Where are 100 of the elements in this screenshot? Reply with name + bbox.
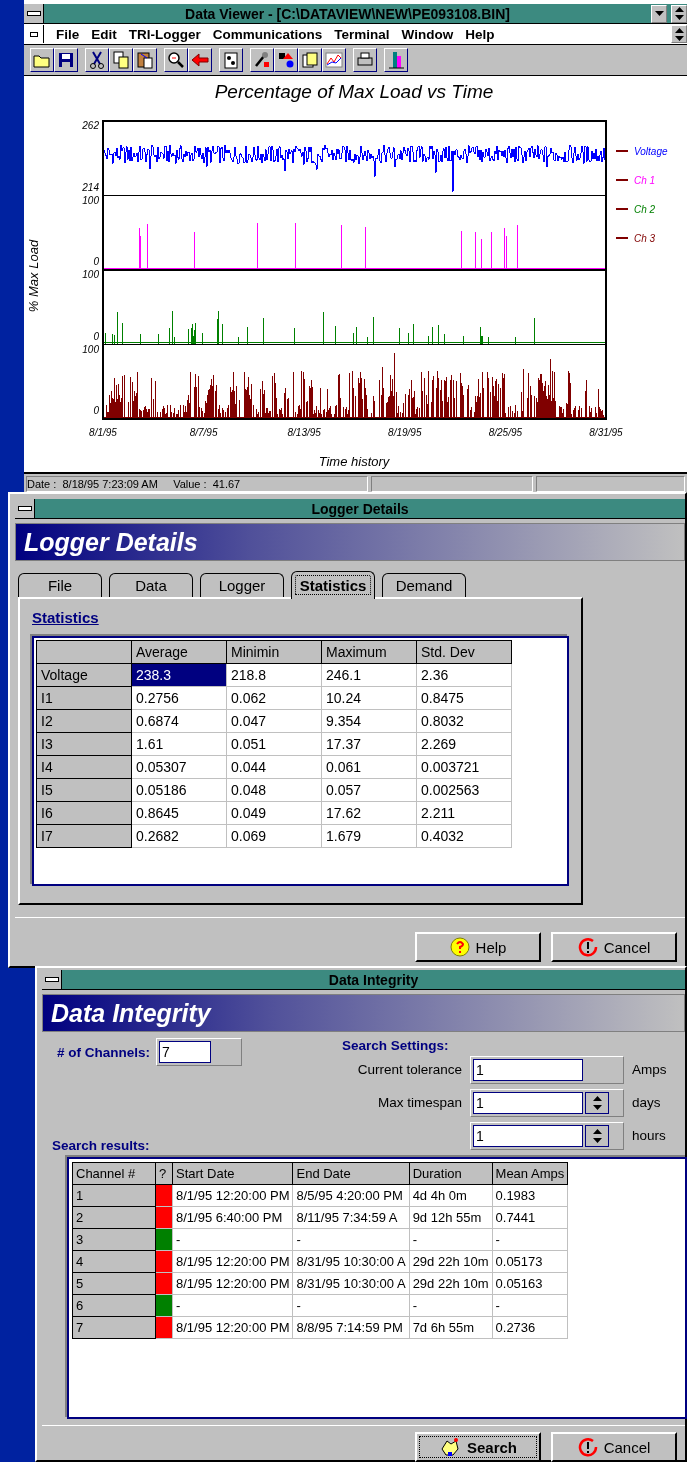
table-cell[interactable]: 0.8645 [131, 801, 227, 825]
toolbar-button[interactable] [384, 48, 408, 72]
restore-button[interactable] [671, 25, 687, 43]
table-cell[interactable]: 0.061 [321, 755, 417, 779]
toolbar-button[interactable] [85, 48, 109, 72]
paste-icon [135, 50, 155, 70]
table-cell[interactable]: 0.4032 [416, 824, 512, 848]
toolbar-button[interactable] [250, 48, 274, 72]
table-cell[interactable]: 0.044 [226, 755, 322, 779]
toolbar-button[interactable] [133, 48, 157, 72]
row-header: I7 [36, 824, 132, 848]
toolbar-button[interactable] [188, 48, 212, 72]
axis-tick-label: 214 [82, 181, 99, 193]
row-header: I2 [36, 709, 132, 733]
table-cell[interactable]: 0.047 [226, 709, 322, 733]
section-heading: Search results: [52, 1138, 151, 1153]
column-header: Start Date [172, 1162, 293, 1185]
toolbar-button[interactable] [54, 48, 78, 72]
table-cell[interactable]: 0.048 [226, 778, 322, 802]
window-title: Data Integrity [327, 971, 420, 988]
row-header: I5 [36, 778, 132, 802]
tab[interactable]: File [18, 573, 102, 597]
search-button[interactable]: Search [415, 1432, 541, 1462]
axis-tick-label: 8/7/95 [189, 427, 218, 438]
table-cell[interactable]: 2.269 [416, 732, 512, 756]
minimize-button[interactable] [651, 4, 667, 23]
window-title: Data Viewer - [C:\DATAVIEW\NEW\PE093108.BIN] [184, 5, 511, 22]
up-down-arrow-icon [592, 1094, 602, 1111]
table-cell[interactable]: 17.62 [321, 801, 417, 825]
spinner-buttons[interactable] [585, 1091, 609, 1114]
toolbar-button[interactable] [322, 48, 346, 72]
table-cell[interactable]: 0.8032 [416, 709, 512, 733]
table-cell[interactable]: 2.36 [416, 663, 512, 687]
table-cell[interactable]: 0.05307 [131, 755, 227, 779]
table-cell[interactable]: 0.05186 [131, 778, 227, 802]
menu-item[interactable]: Window [401, 26, 454, 42]
tab[interactable]: Statistics [291, 571, 375, 599]
input-field[interactable]: 1 [473, 1124, 583, 1147]
column-header: Minimin [226, 640, 322, 664]
menu-item[interactable]: Help [465, 26, 495, 42]
unit-label: Amps [632, 1062, 667, 1077]
spinner-buttons[interactable] [585, 1124, 609, 1147]
menu-item[interactable]: Edit [91, 26, 117, 42]
restore-button[interactable] [671, 4, 687, 23]
table-cell[interactable]: 17.37 [321, 732, 417, 756]
tab[interactable]: Logger [200, 573, 284, 597]
table-cell[interactable]: 10.24 [321, 686, 417, 710]
table-cell: - [409, 1294, 493, 1317]
field-label: Max timespan [377, 1095, 462, 1110]
system-menu-button[interactable] [24, 4, 44, 23]
table-cell[interactable]: 1.679 [321, 824, 417, 848]
toolbar-button[interactable] [274, 48, 298, 72]
table-cell[interactable]: 2.211 [416, 801, 512, 825]
table-cell[interactable]: 0.002563 [416, 778, 512, 802]
axis-tick-label: 0 [93, 330, 99, 342]
table-cell[interactable]: 246.1 [321, 663, 417, 687]
table-cell[interactable]: 0.003721 [416, 755, 512, 779]
table-cell: - [492, 1228, 568, 1251]
table-cell[interactable]: 0.051 [226, 732, 322, 756]
menu-item[interactable]: Terminal [334, 26, 390, 42]
input-field[interactable]: 1 [473, 1091, 583, 1114]
toolbar-button[interactable] [109, 48, 133, 72]
table-cell[interactable]: 0.6874 [131, 709, 227, 733]
table-cell[interactable]: 218.8 [226, 663, 322, 687]
toolbar-button[interactable] [353, 48, 377, 72]
table-cell[interactable]: 0.062 [226, 686, 322, 710]
table-cell: 8/1/95 12:20:00 PM [172, 1272, 293, 1295]
table-cell[interactable]: 9.354 [321, 709, 417, 733]
cancel-icon [577, 1437, 598, 1457]
axis-tick-label: 262 [82, 120, 99, 131]
table-cell: 8/11/95 7:34:59 A [293, 1206, 410, 1229]
chart-title: Percentage of Max Load vs Time [214, 81, 494, 102]
tab[interactable]: Data [109, 573, 193, 597]
cancel-button[interactable]: Cancel [551, 932, 677, 962]
cancel-button[interactable]: Cancel [551, 1432, 677, 1462]
table-cell[interactable]: 0.069 [226, 824, 322, 848]
toolbar-button[interactable] [30, 48, 54, 72]
level-chart-icon [386, 50, 406, 70]
table-cell[interactable]: 1.61 [131, 732, 227, 756]
toolbar-button[interactable] [164, 48, 188, 72]
menu-item[interactable]: Communications [212, 26, 323, 42]
system-menu-button[interactable] [42, 970, 62, 989]
menu-item[interactable]: File [56, 26, 80, 42]
row-header: 6 [72, 1294, 156, 1317]
channels-field[interactable]: 7 [159, 1041, 211, 1063]
table-cell[interactable]: 0.049 [226, 801, 322, 825]
row-header: 7 [72, 1316, 156, 1339]
table-cell[interactable]: 0.2682 [131, 824, 227, 848]
toolbar-button[interactable] [298, 48, 322, 72]
column-header: Mean Amps [492, 1162, 568, 1185]
menu-item[interactable]: TRI-Logger [128, 26, 201, 42]
input-field[interactable]: 1 [473, 1058, 583, 1081]
table-cell[interactable]: 0.8475 [416, 686, 512, 710]
legend-line [615, 150, 629, 152]
help-button[interactable]: Help [415, 932, 541, 962]
table-cell[interactable]: 0.2756 [131, 686, 227, 710]
tab[interactable]: Demand [382, 573, 466, 597]
field-label: # of Channels: [57, 1044, 150, 1060]
column-header: Average [131, 640, 227, 664]
table-cell[interactable]: 0.057 [321, 778, 417, 802]
